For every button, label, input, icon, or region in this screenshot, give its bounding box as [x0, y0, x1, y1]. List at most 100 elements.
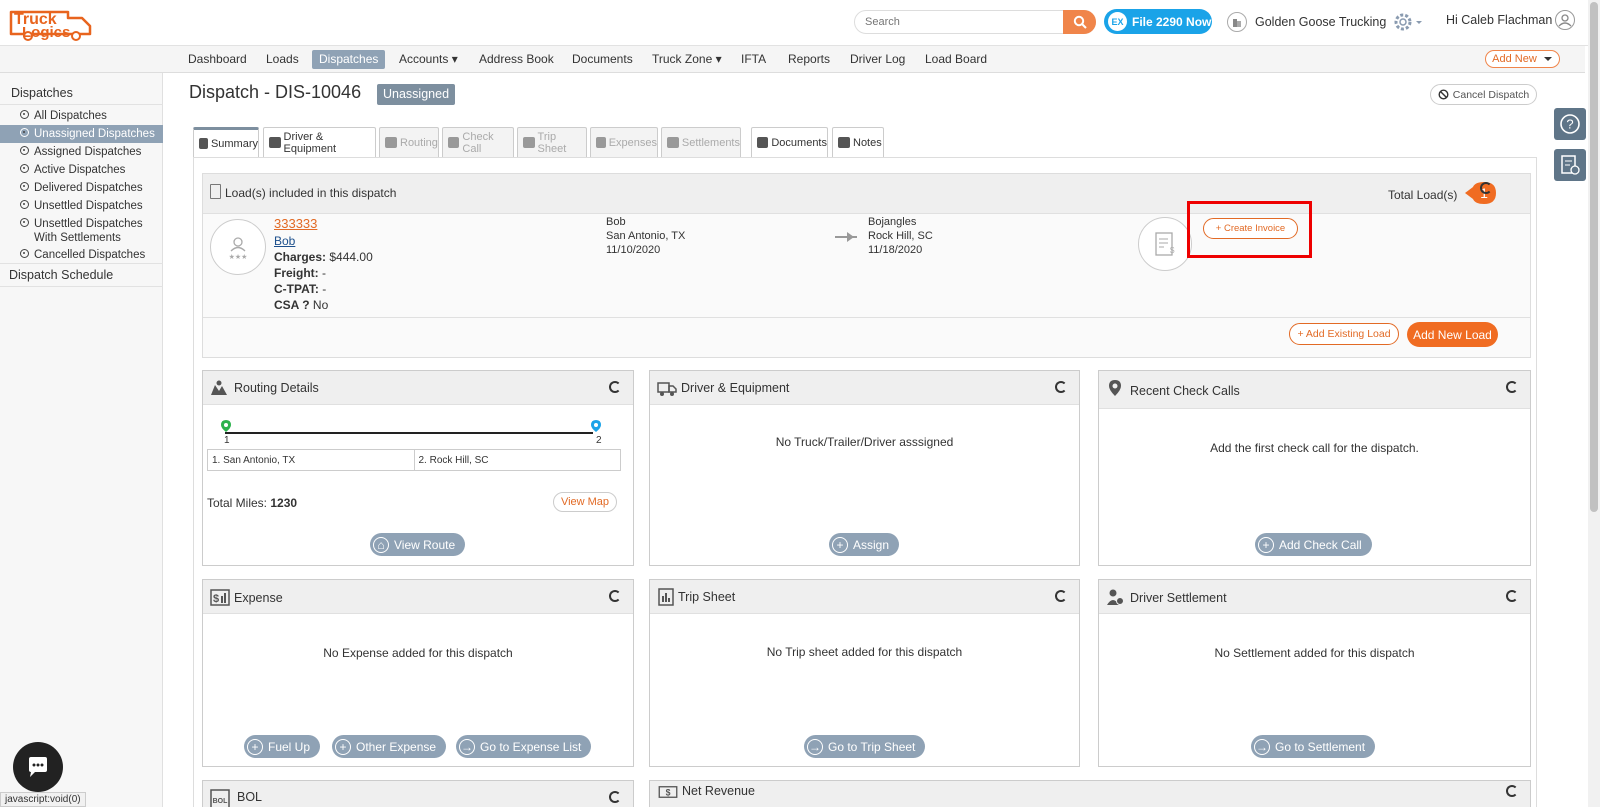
refresh-icon[interactable] — [1480, 182, 1492, 194]
ctpat-value: - — [322, 282, 327, 296]
arrow-right-icon — [835, 232, 857, 242]
destination-city: Rock Hill, SC — [868, 230, 933, 242]
refresh-icon[interactable] — [1506, 785, 1518, 797]
help-button[interactable]: ? — [1554, 108, 1586, 140]
sidebar-dispatch-schedule[interactable]: Dispatch Schedule — [0, 268, 163, 282]
tab-driver-equipment[interactable]: Driver & Equipment — [263, 127, 376, 157]
sidebar-item-active-dispatches[interactable]: Active Dispatches — [0, 161, 163, 179]
create-invoice-button[interactable]: + Create Invoice — [1203, 218, 1298, 239]
stop-cell: 2. Rock Hill, SC — [418, 455, 489, 466]
driver-icon — [269, 137, 281, 148]
nav-accounts[interactable]: Accounts ▾ — [392, 50, 465, 69]
bol-icon: BOL — [210, 789, 230, 807]
file-2290-button[interactable]: EX File 2290 Now — [1104, 9, 1212, 34]
tab-trip-sheet[interactable]: Trip Sheet — [517, 127, 587, 157]
add-new-load-button[interactable]: Add New Load — [1407, 322, 1498, 347]
circle-dot-icon — [20, 110, 29, 119]
caret-down-icon — [1543, 57, 1552, 61]
user-avatar-icon[interactable] — [1555, 10, 1575, 30]
sidebar-item-unassigned-dispatches[interactable]: Unassigned Dispatches — [0, 125, 163, 143]
tab-routing[interactable]: Routing — [379, 127, 439, 157]
refresh-icon[interactable] — [1055, 381, 1067, 393]
ctpat-label: C-TPAT: — [274, 282, 319, 296]
nav-documents[interactable]: Documents — [565, 50, 640, 69]
card-title: BOL — [237, 790, 263, 804]
charges-value: $444.00 — [329, 250, 373, 264]
nav-dashboard[interactable]: Dashboard — [181, 50, 254, 69]
freight-label: Freight: — [274, 266, 319, 280]
nav-dispatches[interactable]: Dispatches — [312, 50, 386, 69]
sidebar-item-label: Delivered Dispatches — [34, 182, 143, 194]
settlement-icon — [667, 137, 679, 148]
assign-button[interactable]: + Assign — [829, 533, 900, 556]
tab-documents[interactable]: Documents — [751, 127, 828, 157]
map-pin-icon — [448, 137, 460, 148]
total-loads-label: Total Load(s) — [1388, 188, 1458, 202]
trucklogics-logo[interactable]: Truck Logics — [8, 4, 92, 42]
view-map-button[interactable]: View Map — [553, 492, 617, 512]
expresstrucktax-icon: EX — [1108, 12, 1127, 31]
add-check-call-button[interactable]: + Add Check Call — [1255, 533, 1372, 556]
refresh-icon[interactable] — [1055, 590, 1067, 602]
sidebar-heading-dispatches[interactable]: Dispatches — [0, 86, 163, 100]
chat-widget-button[interactable] — [13, 742, 63, 792]
load-driver-link[interactable]: Bob — [274, 234, 295, 248]
button-label: Go to Settlement — [1275, 739, 1366, 754]
cancel-dispatch-button[interactable]: Cancel Dispatch — [1430, 84, 1537, 105]
nav-reports[interactable]: Reports — [781, 50, 837, 69]
page-scrollbar[interactable] — [1588, 0, 1600, 807]
view-route-button[interactable]: ⌂ View Route — [370, 533, 466, 556]
sidebar-item-cancelled-dispatches[interactable]: Cancelled Dispatches — [0, 246, 163, 264]
nav-load-board[interactable]: Load Board — [918, 50, 994, 69]
refresh-icon[interactable] — [609, 791, 621, 803]
freight-value: - — [322, 266, 327, 280]
file-2290-label: File 2290 Now — [1132, 14, 1212, 29]
scrollbar-thumb[interactable] — [1590, 2, 1598, 512]
browser-status-bar: javascript:void(0) — [0, 792, 86, 807]
go-to-settlement-button[interactable]: → Go to Settlement — [1251, 735, 1376, 758]
refresh-icon[interactable] — [1506, 381, 1518, 393]
add-new-dropdown[interactable]: Add New — [1485, 50, 1560, 68]
search-button[interactable] — [1063, 10, 1096, 34]
sidebar-item-assigned-dispatches[interactable]: Assigned Dispatches — [0, 143, 163, 161]
company-selector[interactable]: Golden Goose Trucking — [1227, 10, 1386, 34]
tab-label: Settlements — [681, 136, 740, 149]
refresh-icon[interactable] — [609, 590, 621, 602]
divider — [0, 104, 163, 105]
settings-menu[interactable] — [1392, 11, 1426, 33]
nav-address-book[interactable]: Address Book — [472, 50, 561, 69]
tab-summary[interactable]: Summary — [193, 127, 259, 157]
sidebar-item-all-dispatches[interactable]: All Dispatches — [0, 107, 163, 125]
fuel-up-button[interactable]: + Fuel Up — [244, 735, 321, 758]
tab-notes[interactable]: Notes — [832, 127, 884, 157]
go-to-expense-list-button[interactable]: → Go to Expense List — [456, 735, 592, 758]
tab-label: Notes — [853, 136, 882, 149]
sidebar-item-unsettled-dispatches[interactable]: Unsettled Dispatches — [0, 197, 163, 215]
nav-driver-log[interactable]: Driver Log — [843, 50, 912, 69]
ctpat-row: C-TPAT: - — [274, 282, 326, 296]
add-existing-load-button[interactable]: + Add Existing Load — [1289, 323, 1399, 345]
bol-card: BOL BOL — [202, 780, 634, 807]
nav-ifta[interactable]: IFTA — [734, 50, 773, 69]
tab-expenses[interactable]: Expenses — [590, 127, 658, 157]
origin-stop: Bob San Antonio, TX 11/10/2020 — [606, 215, 685, 257]
tab-settlements[interactable]: Settlements — [661, 127, 741, 157]
svg-text:$: $ — [1170, 246, 1175, 255]
activity-log-button[interactable] — [1554, 149, 1586, 181]
load-id-link[interactable]: 333333 — [274, 216, 317, 231]
status-badge: Unassigned — [377, 84, 456, 105]
sidebar-item-unsettled-with-settlements[interactable]: Unsettled Dispatches With Settlements — [0, 215, 163, 245]
other-expense-button[interactable]: + Other Expense — [332, 735, 447, 758]
user-greeting[interactable]: Hi Caleb Flachman — [1446, 13, 1552, 27]
refresh-icon[interactable] — [1506, 590, 1518, 602]
tab-check-call[interactable]: Check Call — [442, 127, 514, 157]
chevron-down-icon — [1416, 21, 1422, 24]
search-input[interactable] — [865, 14, 1055, 30]
trip-sheet-card: Trip Sheet No Trip sheet added for this … — [649, 579, 1080, 767]
go-to-trip-sheet-button[interactable]: → Go to Trip Sheet — [804, 735, 926, 758]
nav-loads[interactable]: Loads — [259, 50, 306, 69]
sidebar-item-delivered-dispatches[interactable]: Delivered Dispatches — [0, 179, 163, 197]
circle-dot-icon — [20, 218, 29, 227]
nav-truck-zone[interactable]: Truck Zone ▾ — [645, 50, 729, 69]
refresh-icon[interactable] — [609, 381, 621, 393]
